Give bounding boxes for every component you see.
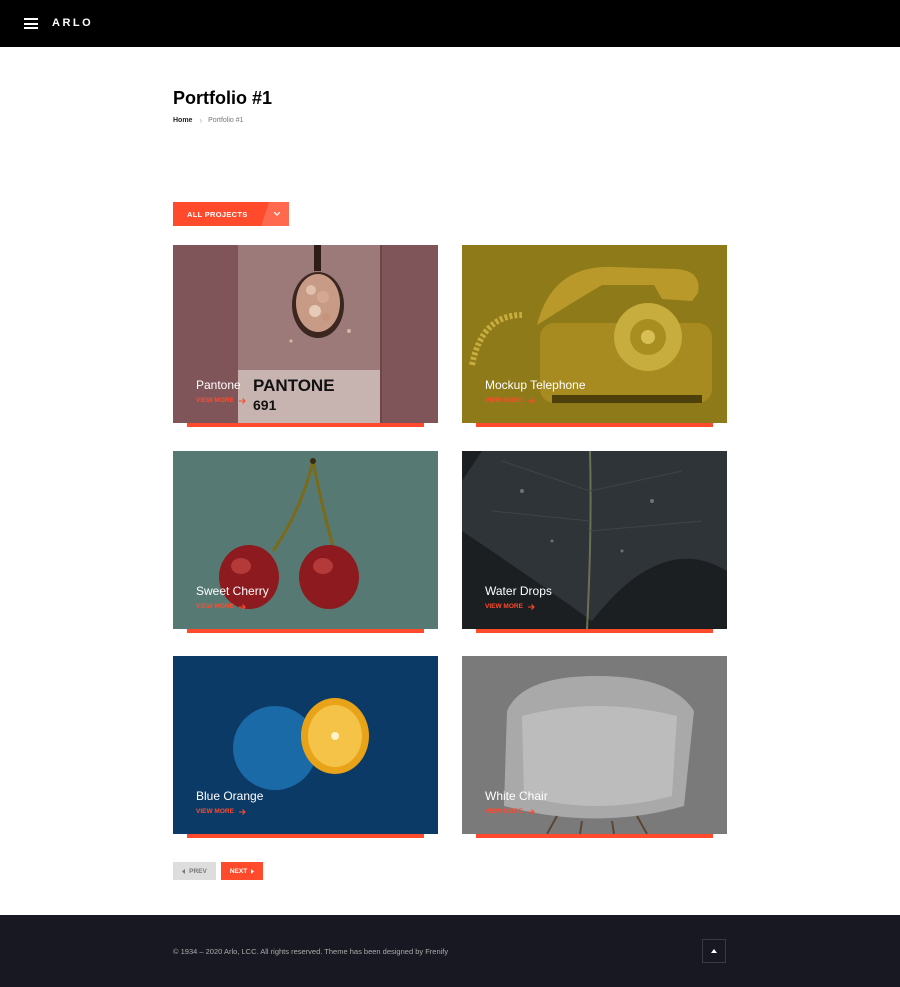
arrow-right-icon [238,397,246,404]
next-label: NEXT [229,867,248,875]
filter-label: ALL PROJECTS [187,209,248,219]
card-accent-bar [187,834,424,838]
breadcrumb-home-link[interactable]: Home [173,117,192,124]
card-accent-bar [476,629,713,633]
view-more-label: VIEW MORE [196,808,234,815]
pantone-label-number: 691 [253,397,277,413]
arrow-right-icon [238,808,246,815]
footer-copyright: © 1934 – 2020 Arlo, LCC. All rights rese… [173,947,449,956]
chevron-right-icon [251,868,255,874]
project-card-water-drops[interactable]: Water Drops VIEW MORE [462,451,727,633]
chevron-left-icon [182,868,186,874]
card-accent-bar [187,423,424,427]
project-title: Mockup Telephone [485,378,586,392]
view-more-link[interactable]: VIEW MORE [485,397,535,404]
view-more-link[interactable]: VIEW MORE [485,603,535,610]
footer: © 1934 – 2020 Arlo, LCC. All rights rese… [0,915,900,987]
next-page-button[interactable]: NEXT [221,862,263,880]
card-accent-bar [476,423,713,427]
project-card-pantone[interactable]: PANTONE 691 Pantone VIEW MORE [173,245,438,427]
view-more-link[interactable]: VIEW MORE [485,808,535,815]
project-title: Pantone [196,378,241,392]
arrow-up-icon [711,949,717,953]
card-accent-bar [476,834,713,838]
view-more-label: VIEW MORE [485,603,523,610]
view-more-label: VIEW MORE [485,397,523,404]
view-more-link[interactable]: VIEW MORE [196,397,246,404]
arrow-right-icon [527,808,535,815]
prev-page-button[interactable]: PREV [173,862,216,880]
view-more-label: VIEW MORE [196,603,234,610]
project-filter-dropdown[interactable]: ALL PROJECTS [173,202,289,226]
project-title: Blue Orange [196,789,264,803]
breadcrumb-current: Portfolio #1 [208,117,244,124]
arrow-right-icon [238,603,246,610]
brand-logo[interactable]: ARLO [52,17,93,29]
arrow-right-icon [527,603,535,610]
hamburger-icon[interactable] [24,18,38,29]
chevron-down-icon[interactable] [261,202,289,226]
card-accent-bar [187,629,424,633]
view-more-link[interactable]: VIEW MORE [196,603,246,610]
back-to-top-button[interactable] [702,939,726,963]
arrow-right-icon [527,397,535,404]
project-card-sweet-cherry[interactable]: Sweet Cherry VIEW MORE [173,451,438,633]
top-bar: ARLO [0,0,900,47]
project-card-mockup-telephone[interactable]: Mockup Telephone VIEW MORE [462,245,727,427]
page-title: Portfolio #1 [173,88,273,108]
prev-label: PREV [189,867,207,875]
project-card-blue-orange[interactable]: Blue Orange VIEW MORE [173,656,438,838]
breadcrumb: Home › Portfolio #1 [173,116,244,125]
view-more-label: VIEW MORE [485,808,523,815]
view-more-link[interactable]: VIEW MORE [196,808,246,815]
chevron-right-icon: › [199,116,203,125]
project-title: Sweet Cherry [196,584,269,598]
project-title: Water Drops [485,584,552,598]
view-more-label: VIEW MORE [196,397,234,404]
project-title: White Chair [485,789,548,803]
pantone-label-text: PANTONE [253,376,335,395]
project-card-white-chair[interactable]: White Chair VIEW MORE [462,656,727,838]
